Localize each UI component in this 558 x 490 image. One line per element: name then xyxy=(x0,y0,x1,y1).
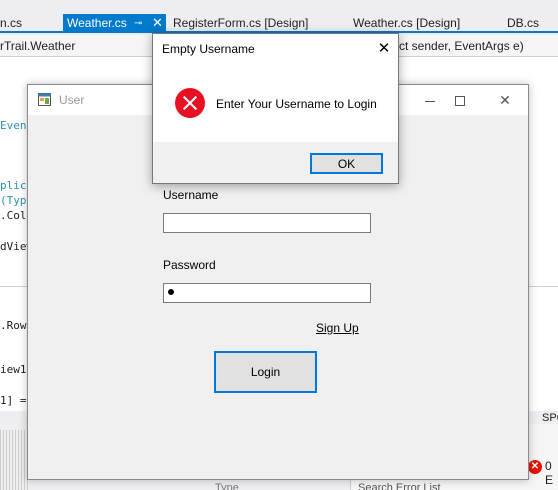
message-box-dialog: Empty Username ✕ Enter Your Username to … xyxy=(152,33,399,184)
login-button[interactable]: Login xyxy=(214,351,317,393)
tab-registerform-design[interactable]: RegisterForm.cs [Design] xyxy=(173,14,308,33)
message-box-title: Empty Username xyxy=(162,42,255,56)
ok-button[interactable]: OK xyxy=(310,153,383,174)
tab-weather-design[interactable]: Weather.cs [Design] xyxy=(353,14,460,33)
user-window-title: User xyxy=(59,93,85,107)
close-icon[interactable]: ✕ xyxy=(495,90,515,110)
nav-member-dropdown[interactable]: ct sender, EventArgs e) xyxy=(399,39,524,53)
password-mask-dot xyxy=(168,289,174,295)
password-input[interactable] xyxy=(163,283,371,303)
minimize-icon[interactable] xyxy=(420,90,440,110)
username-label: Username xyxy=(163,188,219,202)
document-tab-bar: n.cs Weather.cs ⊸ ✕ RegisterForm.cs [Des… xyxy=(0,14,558,33)
error-count[interactable]: 0 E xyxy=(545,459,558,487)
error-icon xyxy=(175,88,205,118)
signup-link[interactable]: Sign Up xyxy=(316,321,359,335)
spc-label: SPC xyxy=(542,412,558,424)
tab-weather-cs-label: Weather.cs xyxy=(67,16,127,30)
username-input[interactable] xyxy=(163,213,371,233)
error-icon-small[interactable]: ✕ xyxy=(528,460,542,474)
code-line: 1] = xyxy=(0,394,27,407)
tab-n-cs[interactable]: n.cs xyxy=(0,14,22,33)
pin-icon[interactable]: ⊸ xyxy=(134,14,142,33)
message-box-body: Enter Your Username to Login xyxy=(153,64,398,142)
tab-db-cs[interactable]: DB.cs xyxy=(507,14,539,33)
splitter[interactable] xyxy=(0,430,30,490)
form-app-icon xyxy=(38,93,51,106)
close-tab-icon[interactable]: ✕ xyxy=(152,13,163,32)
password-label: Password xyxy=(163,258,216,272)
message-box-titlebar[interactable]: Empty Username ✕ xyxy=(153,34,398,64)
tab-weather-cs[interactable]: Weather.cs ⊸ ✕ xyxy=(63,14,166,33)
close-icon[interactable]: ✕ xyxy=(373,38,395,60)
type-column-label: Type xyxy=(215,482,239,490)
search-error-list-input[interactable]: Search Error List xyxy=(358,482,441,490)
maximize-icon[interactable] xyxy=(450,90,470,110)
message-text: Enter Your Username to Login xyxy=(216,97,377,111)
nav-type-dropdown[interactable]: rTrail.Weather xyxy=(0,39,75,53)
